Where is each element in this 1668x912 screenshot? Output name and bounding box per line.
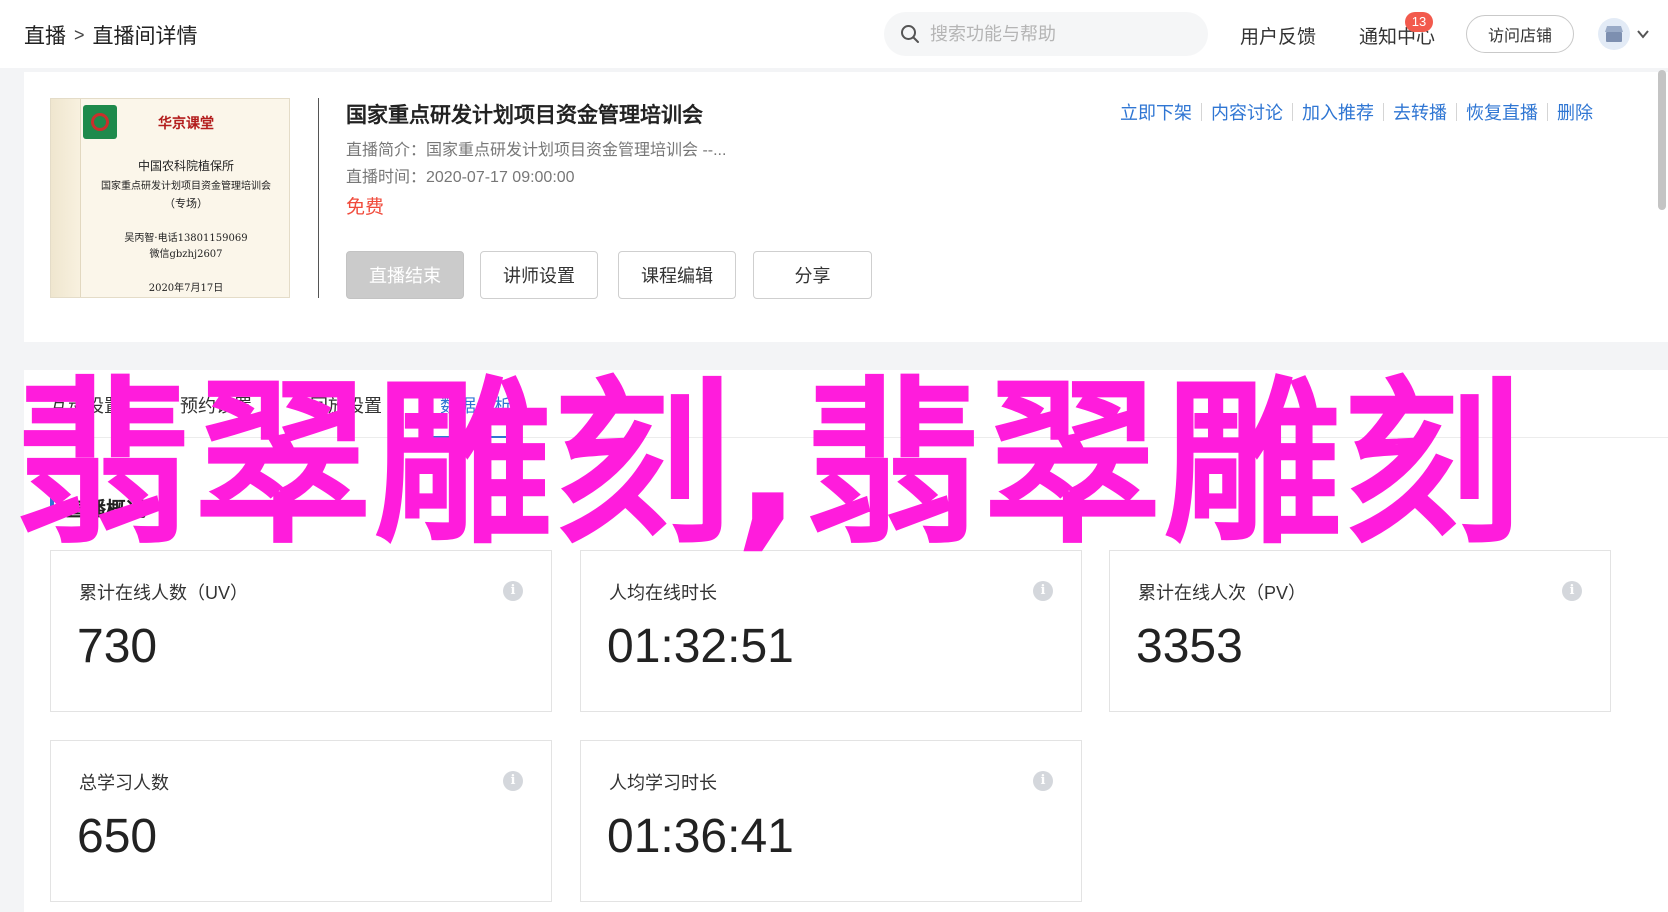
stat-card-avg-learning-time: 人均学习时长 i 01:36:41: [580, 740, 1082, 902]
visit-store-button[interactable]: 访问店铺: [1466, 15, 1574, 53]
stat-value: 3353: [1136, 620, 1243, 673]
rebroadcast-link[interactable]: 去转播: [1393, 99, 1447, 125]
course-time: 直播时间：2020-07-17 09:00:00: [346, 169, 575, 186]
cover-line: 微信gbzhj2607: [149, 249, 223, 260]
divider: [1292, 103, 1293, 121]
course-intro: 直播简介：国家重点研发计划项目资金管理培训会 --...: [346, 142, 727, 159]
take-down-link[interactable]: 立即下架: [1120, 99, 1192, 125]
course-cover-image[interactable]: 华京课堂 中国农科院植保所 国家重点研发计划项目资金管理培训会 （专场） 吴丙智…: [50, 98, 290, 298]
course-title: 国家重点研发计划项目资金管理培训会: [346, 104, 703, 127]
cover-line: （专场）: [164, 197, 208, 210]
breadcrumb-live[interactable]: 直播: [24, 20, 66, 50]
stat-value: 01:36:41: [607, 810, 794, 863]
stat-value: 730: [77, 620, 158, 673]
stat-card-avg-online-time: 人均在线时长 i 01:32:51: [580, 550, 1082, 712]
delete-link[interactable]: 删除: [1557, 99, 1593, 125]
stat-value: 01:32:51: [607, 620, 794, 673]
course-price: 免费: [346, 197, 385, 218]
breadcrumb: 直播 > 直播间详情: [24, 20, 198, 50]
info-icon[interactable]: i: [1033, 581, 1053, 601]
stat-label: 累计在线人次（PV）: [1138, 583, 1307, 603]
notification-badge: 13: [1405, 12, 1433, 32]
divider: [1201, 103, 1202, 121]
breadcrumb-live-detail: 直播间详情: [92, 25, 198, 48]
cover-binding: [51, 99, 81, 297]
watermark-text: 翡翠雕刻,翡翠雕刻: [14, 361, 1524, 568]
info-icon[interactable]: i: [1562, 581, 1582, 601]
cover-line: 中国农科院植保所: [137, 159, 234, 173]
chevron-down-icon[interactable]: [1636, 24, 1650, 44]
info-icon[interactable]: i: [503, 581, 523, 601]
divider: [1547, 103, 1548, 121]
cover-line: 国家重点研发计划项目资金管理培训会: [101, 181, 271, 192]
stat-label: 总学习人数: [79, 773, 169, 793]
share-button[interactable]: 分享: [753, 251, 872, 299]
divider: [1456, 103, 1457, 121]
stat-value: 650: [77, 810, 158, 863]
cover-line: 吴丙智·电话13801159069: [124, 233, 248, 244]
lecturer-settings-button[interactable]: 讲师设置: [480, 251, 598, 299]
cover-date: 2020年7月17日: [148, 283, 224, 294]
divider: [318, 98, 319, 298]
breadcrumb-separator: >: [74, 24, 85, 45]
info-icon[interactable]: i: [1033, 771, 1053, 791]
search-icon: [901, 25, 919, 43]
stat-label: 累计在线人数（UV）: [79, 583, 249, 603]
store-icon: [1605, 26, 1623, 42]
feedback-link[interactable]: 用户反馈: [1240, 22, 1316, 49]
info-icon[interactable]: i: [503, 771, 523, 791]
stat-card-uv: 累计在线人数（UV） i 730: [50, 550, 552, 712]
course-actions: 立即下架 内容讨论 加入推荐 去转播 恢复直播 删除: [1120, 99, 1593, 125]
cover-brand: 华京课堂: [158, 116, 214, 132]
avatar[interactable]: [1598, 18, 1630, 50]
stat-card-total-learners: 总学习人数 i 650: [50, 740, 552, 902]
course-edit-button[interactable]: 课程编辑: [618, 251, 736, 299]
recommend-link[interactable]: 加入推荐: [1302, 99, 1374, 125]
stat-label: 人均学习时长: [609, 773, 717, 793]
divider: [1383, 103, 1384, 121]
search-box[interactable]: [884, 12, 1208, 56]
scrollbar-thumb[interactable]: [1658, 70, 1666, 210]
discussion-link[interactable]: 内容讨论: [1211, 99, 1283, 125]
resume-live-link[interactable]: 恢复直播: [1466, 99, 1538, 125]
live-ended-button: 直播结束: [346, 251, 464, 299]
stat-card-pv: 累计在线人次（PV） i 3353: [1109, 550, 1611, 712]
search-input[interactable]: [930, 23, 1190, 45]
stat-label: 人均在线时长: [609, 583, 717, 603]
